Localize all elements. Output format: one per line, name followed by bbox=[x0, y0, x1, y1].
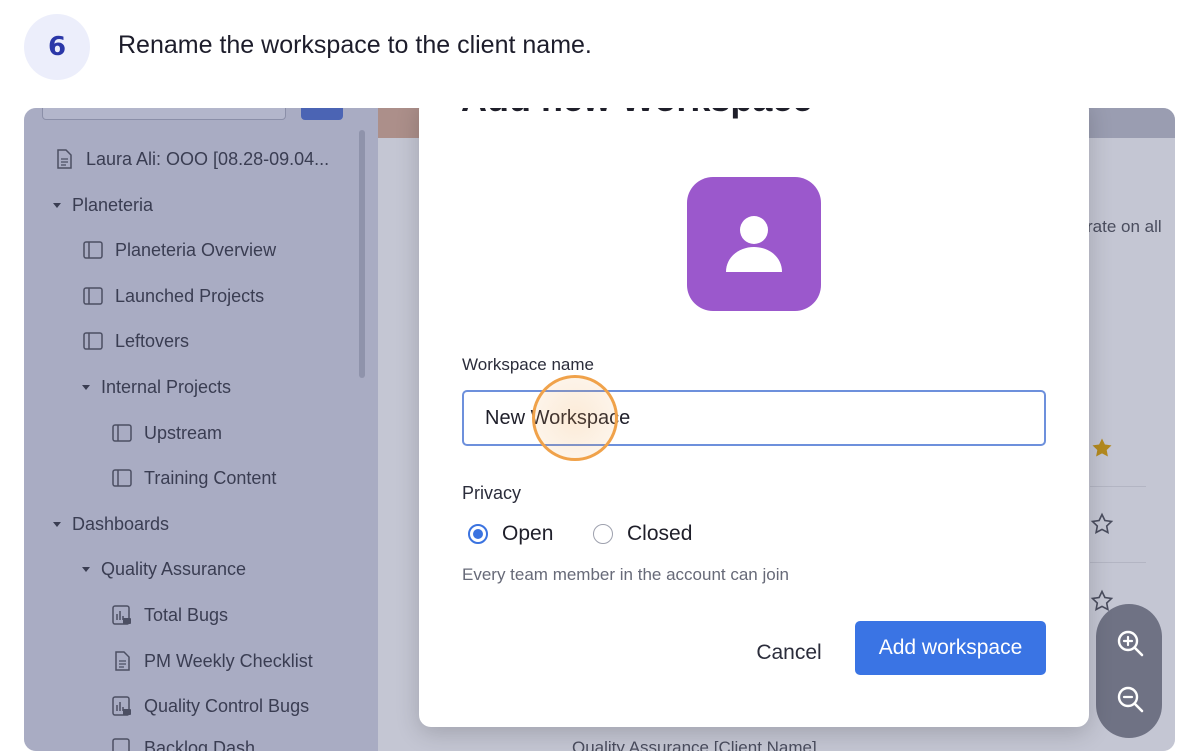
sidebar-item-label: Upstream bbox=[144, 422, 223, 443]
sidebar-item-label: Backlog Dash bbox=[144, 738, 256, 751]
caret-down-icon bbox=[81, 382, 91, 392]
sidebar-item[interactable]: Launched Projects bbox=[83, 282, 264, 310]
dashboard-icon bbox=[112, 696, 132, 716]
board-icon bbox=[83, 286, 103, 306]
workspace-name-label: Workspace name bbox=[462, 355, 594, 374]
sidebar-item[interactable]: Backlog Dash bbox=[112, 738, 255, 751]
sidebar-item[interactable]: Leftovers bbox=[83, 327, 189, 355]
sidebar-item[interactable]: Planeteria Overview bbox=[83, 236, 276, 264]
sidebar-folder[interactable]: Planeteria bbox=[52, 191, 153, 219]
star-filled-icon[interactable] bbox=[1090, 436, 1114, 460]
sidebar-add-button[interactable] bbox=[301, 108, 343, 120]
document-icon bbox=[112, 651, 132, 671]
sidebar-item[interactable]: Training Content bbox=[112, 464, 276, 492]
background-partial-text: rate on all bbox=[1087, 217, 1162, 236]
sidebar-item-label: Planeteria Overview bbox=[115, 239, 277, 260]
radio-unselected-icon[interactable] bbox=[593, 524, 613, 544]
workspace-avatar[interactable] bbox=[687, 177, 821, 311]
privacy-option-open[interactable]: Open bbox=[468, 522, 553, 546]
sidebar-item-label: Total Bugs bbox=[144, 604, 229, 625]
divider bbox=[1090, 562, 1146, 563]
sidebar-item[interactable]: Quality Control Bugs bbox=[112, 692, 309, 720]
sidebar-item[interactable]: PM Weekly Checklist bbox=[112, 647, 313, 675]
star-outline-icon[interactable] bbox=[1090, 512, 1114, 536]
person-icon bbox=[726, 216, 782, 272]
sidebar-item-label: Laura Ali: OOO [08.28-09.04... bbox=[86, 148, 330, 169]
sidebar: Laura Ali: OOO [08.28-09.04... Planeteri… bbox=[24, 108, 378, 751]
add-workspace-dialog: Add new Workspace Workspace name Privacy… bbox=[419, 108, 1089, 727]
divider bbox=[1090, 486, 1146, 487]
privacy-label: Privacy bbox=[462, 483, 522, 503]
step-instruction: Rename the workspace to the client name. bbox=[118, 31, 592, 59]
dashboard-icon bbox=[112, 738, 132, 751]
sidebar-item[interactable]: Laura Ali: OOO [08.28-09.04... bbox=[54, 145, 329, 173]
radio-selected-icon[interactable] bbox=[468, 524, 488, 544]
sidebar-item-label: Internal Projects bbox=[101, 376, 232, 397]
sidebar-folder[interactable]: Quality Assurance bbox=[81, 555, 246, 583]
privacy-option-closed[interactable]: Closed bbox=[593, 522, 692, 546]
privacy-option-label: Open bbox=[502, 522, 554, 545]
sidebar-item-label: Dashboards bbox=[72, 513, 170, 534]
add-workspace-button[interactable]: Add workspace bbox=[855, 621, 1046, 675]
sidebar-item-label: PM Weekly Checklist bbox=[144, 650, 313, 671]
step-number-badge: 6 bbox=[24, 14, 90, 80]
zoom-in-icon[interactable] bbox=[1115, 628, 1145, 658]
sidebar-item-label: Quality Control Bugs bbox=[144, 695, 310, 716]
board-icon bbox=[112, 423, 132, 443]
zoom-out-icon[interactable] bbox=[1115, 684, 1145, 714]
privacy-option-label: Closed bbox=[627, 522, 693, 545]
sidebar-item-label: Launched Projects bbox=[115, 285, 265, 306]
sidebar-item-label: Leftovers bbox=[115, 330, 190, 351]
privacy-hint: Every team member in the account can joi… bbox=[462, 565, 789, 584]
banner-strip bbox=[378, 108, 420, 138]
sidebar-folder[interactable]: Internal Projects bbox=[81, 373, 231, 401]
caret-down-icon bbox=[52, 200, 62, 210]
caret-down-icon bbox=[81, 564, 91, 574]
cancel-button[interactable]: Cancel bbox=[734, 626, 844, 680]
dashboard-icon bbox=[112, 605, 132, 625]
sidebar-folder[interactable]: Dashboards bbox=[52, 510, 169, 538]
screenshot-frame: rate on all Quality Assurance [Client Na… bbox=[24, 108, 1175, 751]
dialog-title: Add new Workspace bbox=[461, 108, 812, 128]
document-icon bbox=[54, 149, 74, 169]
workspace-name-input[interactable] bbox=[462, 390, 1046, 446]
sidebar-item[interactable]: Total Bugs bbox=[112, 601, 228, 629]
caret-down-icon bbox=[52, 519, 62, 529]
zoom-controls bbox=[1096, 604, 1162, 738]
background-list-item: Quality Assurance [Client Name] bbox=[572, 738, 817, 751]
sidebar-search-input[interactable] bbox=[42, 108, 286, 120]
sidebar-scrollbar[interactable] bbox=[359, 130, 365, 378]
board-icon bbox=[83, 240, 103, 260]
sidebar-item-label: Quality Assurance bbox=[101, 558, 247, 579]
sidebar-item-label: Training Content bbox=[144, 467, 277, 488]
sidebar-item[interactable]: Upstream bbox=[112, 419, 222, 447]
board-icon bbox=[83, 331, 103, 351]
board-icon bbox=[112, 468, 132, 488]
dialog-title-text: Add new Workspace bbox=[461, 108, 812, 120]
sidebar-item-label: Planeteria bbox=[72, 194, 154, 215]
